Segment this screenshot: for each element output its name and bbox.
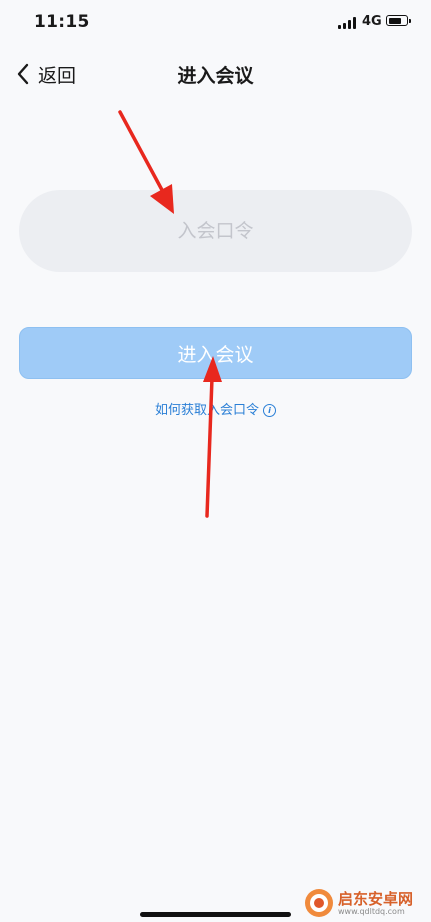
status-bar: 11:15 4G: [0, 0, 431, 46]
meeting-code-input[interactable]: [19, 190, 412, 272]
battery-level: [388, 17, 401, 24]
watermark-title: 启东安卓网: [338, 890, 414, 908]
help-link-label: 如何获取入会口令: [154, 403, 259, 418]
navigation-bar: 返回 进入会议: [0, 52, 431, 96]
annotation-arrow-to-button: [203, 356, 222, 518]
status-time: 11:15: [34, 12, 90, 32]
watermark: 启东安卓网 www.qdltdq.com: [304, 888, 428, 918]
home-indicator[interactable]: [140, 912, 291, 917]
watermark-logo-icon: [305, 889, 333, 917]
annotation-overlay: [118, 110, 222, 518]
network-type: 4G: [362, 14, 382, 29]
watermark-url: www.qdltdq.com: [338, 907, 405, 916]
help-link[interactable]: 如何获取入会口令 i: [0, 399, 431, 418]
join-meeting-button[interactable]: 进入会议: [19, 327, 412, 379]
signal-icon: [338, 17, 358, 29]
page-title: 进入会议: [177, 65, 254, 87]
info-icon: i: [263, 404, 276, 417]
battery-icon: [386, 15, 411, 26]
